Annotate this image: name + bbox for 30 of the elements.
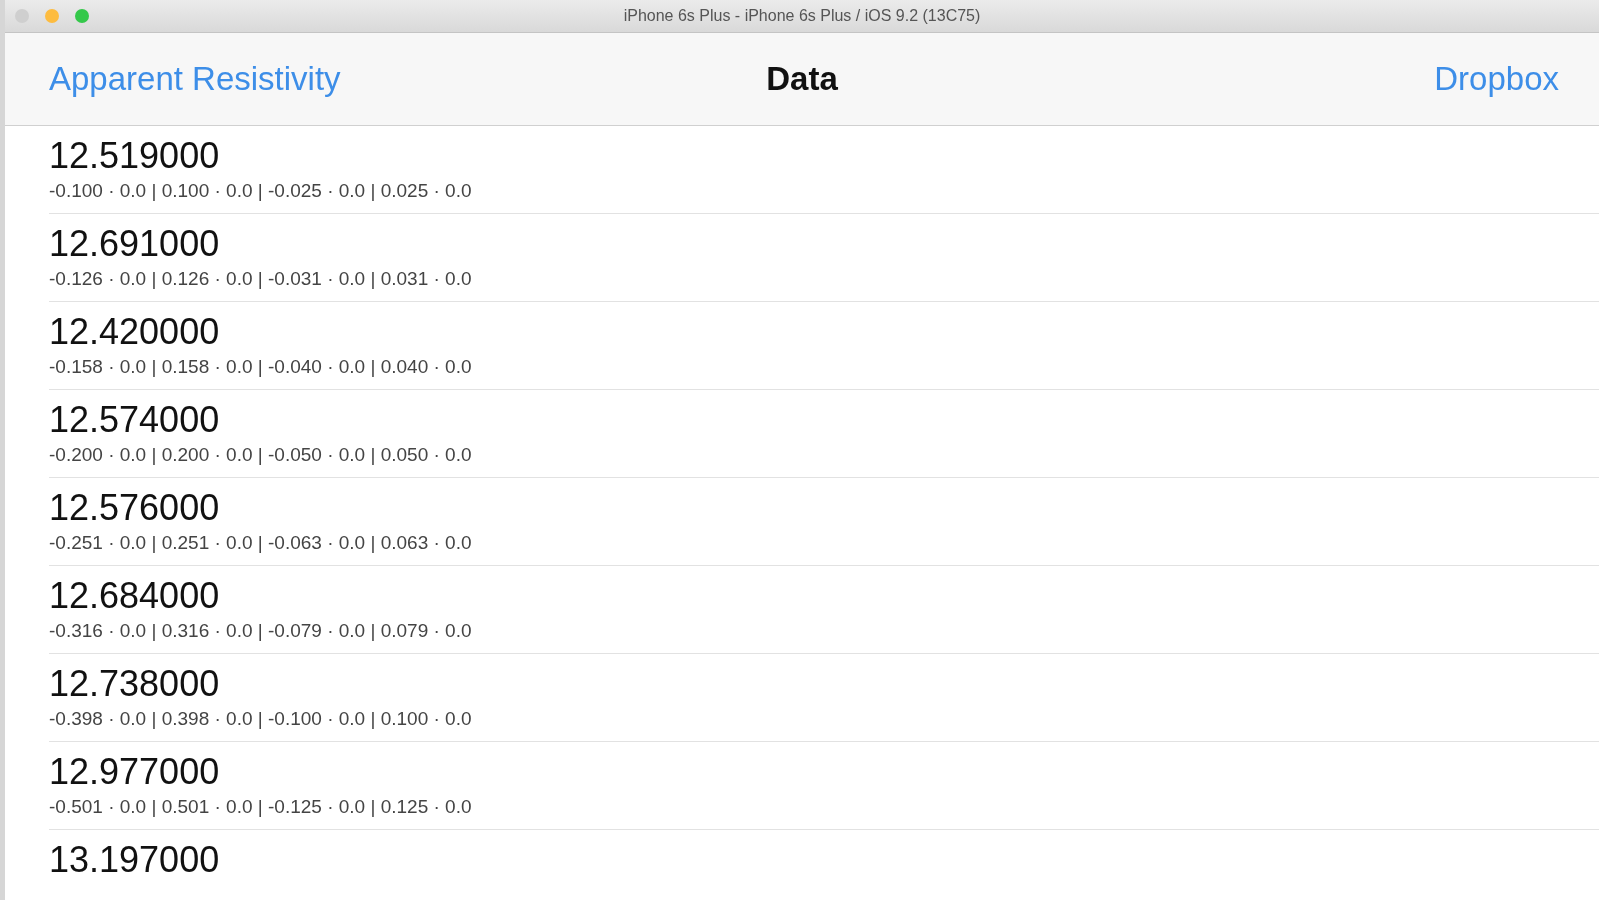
resistivity-value: 13.197000 (49, 840, 220, 880)
resistivity-value: 12.691000 (49, 224, 220, 264)
data-row[interactable]: 12.420000 -0.158 · 0.0 | 0.158 · 0.0 | -0.040 · 0.0 | 0.040 · 0.0 (49, 302, 1599, 390)
resistivity-value: 12.420000 (49, 312, 220, 352)
data-row[interactable]: 12.574000 -0.200 · 0.0 | 0.200 · 0.0 | -0.050 · 0.0 | 0.050 · 0.0 (49, 390, 1599, 478)
resistivity-value: 12.519000 (49, 136, 220, 176)
resistivity-value: 12.576000 (49, 488, 220, 528)
resistivity-value: 12.738000 (49, 664, 220, 704)
data-row[interactable]: 12.738000 -0.398 · 0.0 | 0.398 · 0.0 | -0.100 · 0.0 | 0.100 · 0.0 (49, 654, 1599, 742)
window-title: iPhone 6s Plus - iPhone 6s Plus / iOS 9.2 (13C75) (623, 7, 981, 25)
zoom-window-button[interactable] (75, 9, 89, 23)
resistivity-value: 12.684000 (49, 576, 220, 616)
electrode-spacing: -0.126 · 0.0 | 0.126 · 0.0 | -0.031 · 0.0 | 0.031 · 0.0 (49, 267, 472, 291)
minimize-window-button[interactable] (45, 9, 59, 23)
electrode-spacing: -0.501 · 0.0 | 0.501 · 0.0 | -0.125 · 0.0 | 0.125 · 0.0 (49, 795, 472, 819)
data-row[interactable]: 12.977000 -0.501 · 0.0 | 0.501 · 0.0 | -0.125 · 0.0 | 0.125 · 0.0 (49, 742, 1599, 830)
resistivity-value: 12.977000 (49, 752, 220, 792)
electrode-spacing: -0.200 · 0.0 | 0.200 · 0.0 | -0.050 · 0.0 | 0.050 · 0.0 (49, 443, 472, 467)
electrode-spacing: -0.316 · 0.0 | 0.316 · 0.0 | -0.079 · 0.0 | 0.079 · 0.0 (49, 619, 472, 643)
electrode-spacing: -0.100 · 0.0 | 0.100 · 0.0 | -0.025 · 0.0 | 0.025 · 0.0 (49, 179, 472, 203)
electrode-spacing: -0.158 · 0.0 | 0.158 · 0.0 | -0.040 · 0.0 | 0.040 · 0.0 (49, 355, 472, 379)
data-row[interactable]: 12.576000 -0.251 · 0.0 | 0.251 · 0.0 | -0.063 · 0.0 | 0.063 · 0.0 (49, 478, 1599, 566)
resistivity-value: 12.574000 (49, 400, 220, 440)
nav-title: Data (766, 60, 838, 98)
electrode-spacing: -0.251 · 0.0 | 0.251 · 0.0 | -0.063 · 0.0 | 0.063 · 0.0 (49, 531, 472, 555)
data-row[interactable]: 13.197000 (49, 830, 1599, 890)
data-row[interactable]: 12.691000 -0.126 · 0.0 | 0.126 · 0.0 | -0.031 · 0.0 | 0.031 · 0.0 (49, 214, 1599, 302)
electrode-spacing: -0.398 · 0.0 | 0.398 · 0.0 | -0.100 · 0.0 | 0.100 · 0.0 (49, 707, 472, 731)
data-row[interactable]: 12.519000 -0.100 · 0.0 | 0.100 · 0.0 | -0.025 · 0.0 | 0.025 · 0.0 (49, 126, 1599, 214)
data-row[interactable]: 12.684000 -0.316 · 0.0 | 0.316 · 0.0 | -0.079 · 0.0 | 0.079 · 0.0 (49, 566, 1599, 654)
